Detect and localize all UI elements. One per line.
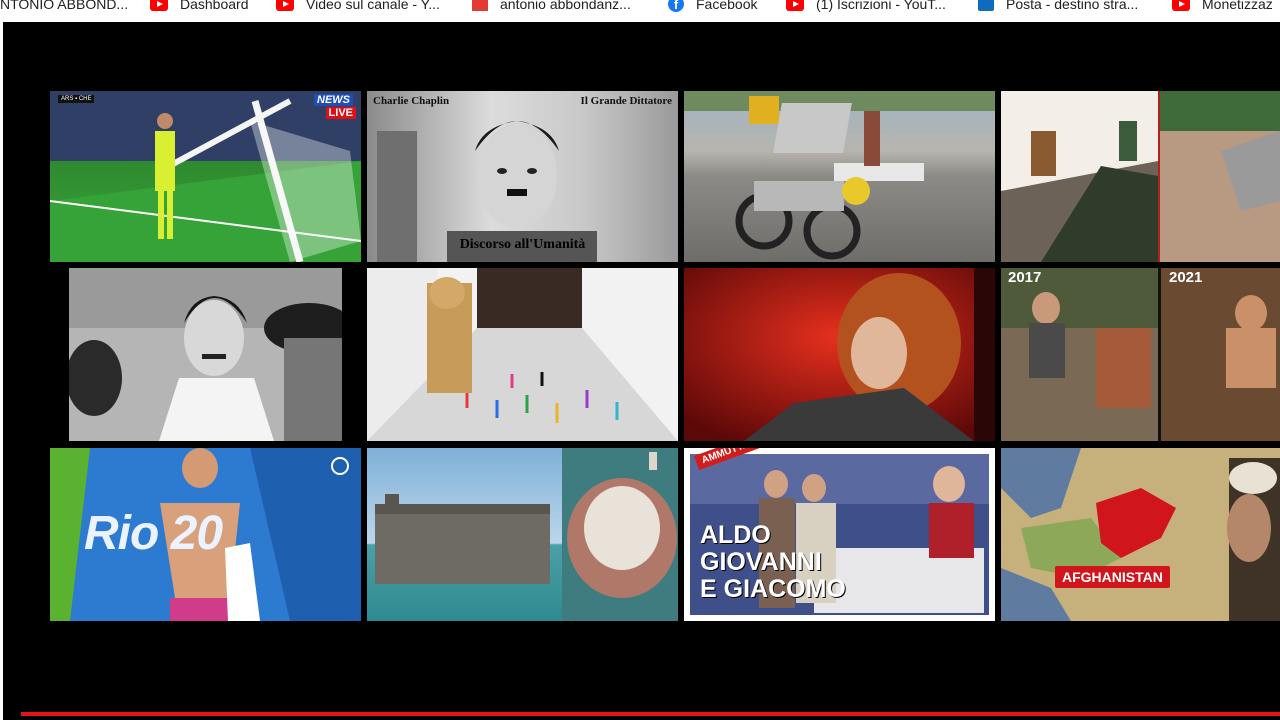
video-player-endscreen: ARS ▪ CHE NEWS LIVE Charlie Chaplin Il G…	[3, 22, 1280, 720]
youtube-icon	[150, 0, 168, 11]
thumbnail-afghanistan-map[interactable]: AFGHANISTAN	[1001, 448, 1280, 621]
facebook-icon: f	[668, 0, 684, 12]
woman-portrait-illustration	[684, 268, 995, 441]
bookmark-dashboard[interactable]: Dashboard	[150, 0, 249, 14]
thumbnail-fort-boyard[interactable]	[367, 448, 678, 621]
goalpost-illustration	[50, 91, 361, 262]
rio-logo-text: Rio 20	[84, 507, 223, 560]
floor-work-illustration	[1001, 91, 1280, 262]
thumbnail-rio-swimmer[interactable]: Rio 20	[50, 448, 361, 621]
live-badge: LIVE	[325, 107, 356, 119]
bookmark-posta[interactable]: Posta - destino stra...	[978, 0, 1138, 14]
thumbnail-goalkeeper[interactable]: ARS ▪ CHE NEWS LIVE	[50, 91, 361, 262]
bookmark-video-canale[interactable]: Video sul canale - Y...	[276, 0, 440, 14]
progress-bar[interactable]	[21, 712, 1280, 716]
thumbnail-floor-work[interactable]	[1001, 91, 1280, 262]
thumbnail-2017-2021[interactable]: 2017 2021	[1001, 268, 1280, 441]
bookmark-iscrizioni[interactable]: (1) Iscrizioni - YouT...	[786, 0, 946, 14]
score-bug: ARS ▪ CHE	[58, 95, 95, 103]
thumbnail-aldo-giovanni-giacomo[interactable]: AMMUTTA MUDDICA ALDO GIOVANNI E GIACOMO	[684, 448, 995, 621]
outlook-icon	[978, 0, 994, 11]
bookmark-analytics[interactable]: antonio abbondanz...	[472, 0, 631, 14]
map-illustration	[1001, 448, 1280, 621]
analytics-icon	[472, 0, 488, 11]
thumbnail-caption-bottom: Discorso all'Umanità	[459, 237, 586, 252]
year-label-left: 2017	[1008, 269, 1042, 286]
bookmark-monetizzazione[interactable]: Monetizzaz	[1172, 0, 1273, 14]
thumbnail-dog-markers[interactable]	[367, 268, 678, 441]
motorcycle-illustration	[684, 91, 995, 260]
dog-markers-illustration	[367, 268, 678, 441]
youtube-icon	[1172, 0, 1190, 11]
thumbnail-black-white-film[interactable]	[69, 268, 342, 441]
year-label-right: 2021	[1169, 269, 1203, 286]
fort-illustration	[375, 448, 678, 621]
thumbnail-charlie-chaplin[interactable]: Charlie Chaplin Il Grande Dittatore Disc…	[367, 91, 678, 262]
country-label: AFGHANISTAN	[1055, 566, 1170, 588]
thumbnail-caption-left: Charlie Chaplin	[373, 95, 450, 107]
thumbnail-red-hair-woman[interactable]	[684, 268, 995, 441]
comparison-illustration	[1001, 268, 1280, 441]
thumbnail-motorcycle[interactable]	[684, 91, 995, 262]
news-badge: NEWS	[314, 94, 353, 106]
youtube-icon	[786, 0, 804, 11]
thumbnail-caption-right: Il Grande Dittatore	[580, 95, 672, 107]
bookmark-facebook[interactable]: f Facebook	[668, 0, 757, 14]
film-scene-illustration	[69, 268, 342, 441]
title-overlay: ALDO GIOVANNI E GIACOMO	[700, 521, 846, 603]
youtube-icon	[276, 0, 294, 11]
bookmark-antonio[interactable]: NTONIO ABBOND...	[0, 0, 128, 14]
bookmarks-bar: NTONIO ABBOND... Dashboard Video sul can…	[0, 0, 1280, 22]
